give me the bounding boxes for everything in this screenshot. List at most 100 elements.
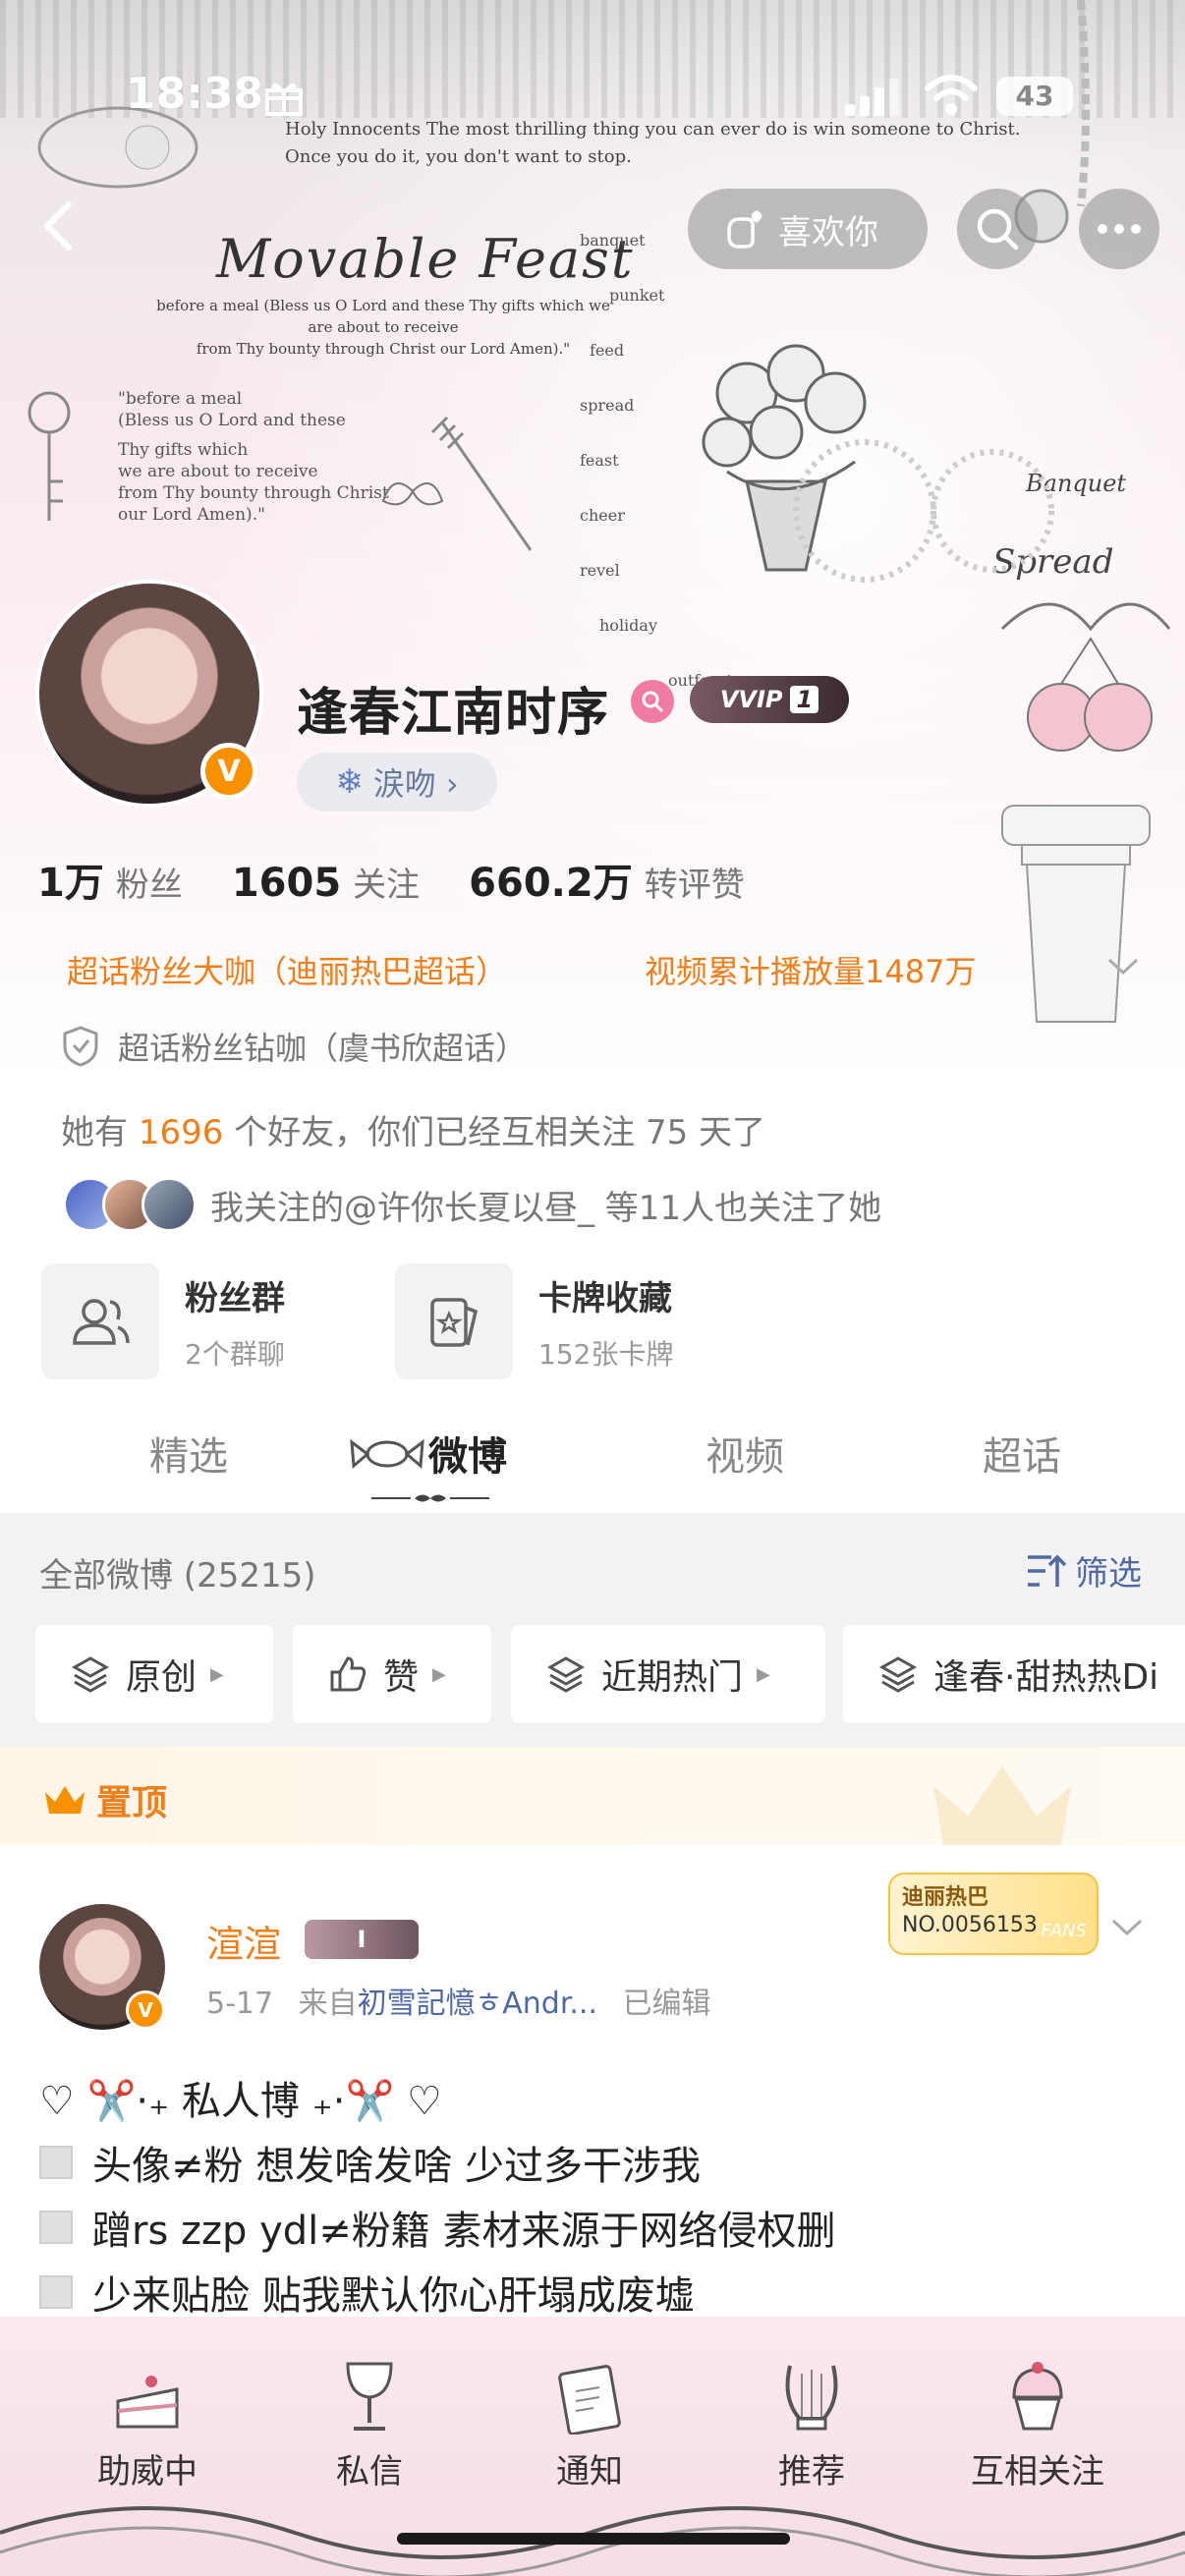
post-text-line: 少来贴脸 贴我默认你心肝塌成废墟 xyxy=(39,2264,695,2321)
filter-button[interactable]: 筛选 xyxy=(1024,1546,1142,1595)
tab-weibo[interactable]: 微博 xyxy=(428,1425,507,1482)
fan-group-card[interactable]: 粉丝群 2个群聊 xyxy=(41,1263,285,1379)
post-line-4: 少来贴脸 贴我默认你心肝塌成废墟 xyxy=(92,2273,695,2319)
post-line-3: 蹭rs zzp ydl≠粉籍 素材来源于网络侵权删 xyxy=(92,2209,836,2254)
pinned-header: 置顶 xyxy=(0,1747,1185,1845)
tab-video[interactable]: 视频 xyxy=(705,1425,784,1482)
cake-icon xyxy=(112,2356,183,2435)
card-subtitle: 2个群聊 xyxy=(185,1337,285,1371)
post-meta: 5-17 来自初雪記憶ㅎAndr... 已编辑 xyxy=(206,1979,711,2022)
friends-post: 个好友，你们已经互相关注 75 天了 xyxy=(223,1113,766,1152)
profile-name: 逢春江南时序 xyxy=(297,684,610,743)
magnifier-icon xyxy=(642,691,663,712)
caret-right-icon: ▶ xyxy=(757,1663,770,1685)
search-button[interactable] xyxy=(957,189,1038,269)
pinned-label: 置顶 xyxy=(96,1783,168,1823)
chip-label: 赞 xyxy=(383,1657,420,1698)
hand-heart-icon xyxy=(727,210,762,249)
mutual-follow-text: 我关注的@许你长夏以昼_ 等11人也关注了她 xyxy=(210,1188,882,1228)
signal-icon xyxy=(845,79,899,116)
tab-super-topic[interactable]: 超话 xyxy=(983,1425,1061,1482)
crown-watermark-icon xyxy=(933,1766,1071,1845)
profile-avatar[interactable]: V xyxy=(35,580,263,808)
cupcake-icon xyxy=(1002,2356,1073,2435)
stat-following[interactable]: 1605 关注 xyxy=(232,858,420,906)
ribbon-decoration xyxy=(0,2506,1185,2576)
chevron-down-icon[interactable] xyxy=(1106,957,1140,977)
tab-featured[interactable]: 精选 xyxy=(149,1425,228,1482)
chevron-down-icon[interactable] xyxy=(1110,1918,1144,1937)
content-tabs: 精选 微博 视频 超话 xyxy=(0,1415,1185,1513)
post-date: 5-17 xyxy=(206,1987,274,2021)
post-text-line: 蹭rs zzp ydl≠粉籍 素材来源于网络侵权删 xyxy=(39,2199,836,2256)
stat-followers[interactable]: 1万 粉丝 xyxy=(37,851,183,908)
fans-badge-tag: FANS xyxy=(1041,1921,1087,1941)
more-dots-icon xyxy=(1098,224,1141,234)
like-you-button[interactable]: 喜欢你 xyxy=(688,189,928,269)
search-icon xyxy=(977,208,1019,251)
friends-count: 1696 xyxy=(138,1113,224,1152)
chip-recent-hot[interactable]: 近期热门 ▶ xyxy=(511,1625,825,1723)
chip-likes[interactable]: 赞 ▶ xyxy=(293,1625,491,1723)
profile-tag-label: 涙吻 › xyxy=(372,765,459,803)
gift-icon xyxy=(265,83,303,116)
card-collection-card[interactable]: 卡牌收藏 152张卡牌 xyxy=(395,1263,673,1379)
mutual-follow-row[interactable]: 我关注的@许你长夏以昼_ 等11人也关注了她 xyxy=(63,1177,881,1232)
square-icon xyxy=(39,2275,73,2309)
nav-cheering[interactable]: 助威中 xyxy=(69,2356,226,2492)
wifi-icon xyxy=(925,75,978,115)
post-author-name[interactable]: 渲渲 xyxy=(206,1914,281,1968)
stat-interactions[interactable]: 660.2万 转评赞 xyxy=(469,851,745,908)
stat-label: 关注 xyxy=(353,866,421,905)
fans-badge[interactable]: 迪丽热巴 NO.0056153 FANS xyxy=(888,1873,1099,1955)
back-arrow-icon[interactable] xyxy=(29,196,88,255)
candy-icon xyxy=(350,1438,424,1470)
vvip-level: 1 xyxy=(790,686,819,713)
card-icon-box xyxy=(395,1263,513,1379)
layers-icon xyxy=(71,1656,110,1693)
vvip-label: VVIP xyxy=(719,686,783,713)
more-button[interactable] xyxy=(1079,189,1159,269)
post-from: 来自 xyxy=(298,1987,358,2021)
honor-super-topic-fan[interactable]: 超话粉丝大咖（迪丽热巴超话） xyxy=(67,947,507,992)
post-edited: 已编辑 xyxy=(622,1987,711,2021)
super-topic-search-badge[interactable] xyxy=(631,680,674,723)
post-line-2: 头像≠粉 想发啥发啥 少过多干涉我 xyxy=(92,2144,701,2189)
nav-notifications[interactable]: 通知 xyxy=(511,2356,668,2492)
pinned-post[interactable]: V 渲渲 I 5-17 来自初雪記憶ㅎAndr... 已编辑 迪丽热巴 NO.0… xyxy=(0,1845,1185,2319)
card-title: 卡牌收藏 xyxy=(538,1278,672,1318)
layers-icon xyxy=(878,1656,918,1693)
profile-tag-pill[interactable]: ❄ 涙吻 › xyxy=(297,753,497,812)
fans-badge-name: 迪丽热巴 xyxy=(902,1885,989,1910)
post-line-1: ♡ ✂️·₊ 私人博 ₊·✂️ ♡ xyxy=(39,2079,442,2124)
caret-right-icon: ▶ xyxy=(210,1663,224,1685)
tab-active-indicator xyxy=(371,1494,489,1502)
stat-label: 转评赞 xyxy=(644,866,745,905)
post-text-line: ♡ ✂️·₊ 私人博 ₊·✂️ ♡ xyxy=(39,2069,442,2126)
nav-recommend[interactable]: 推荐 xyxy=(733,2356,890,2492)
goblet-icon xyxy=(334,2356,405,2435)
verified-v-badge: V xyxy=(200,743,257,800)
chip-original[interactable]: 原创 ▶ xyxy=(35,1625,273,1723)
nav-mutual-follow[interactable]: 互相关注 xyxy=(949,2356,1126,2492)
nav-messages[interactable]: 私信 xyxy=(291,2356,448,2492)
square-icon xyxy=(39,2146,73,2179)
caret-right-icon: ▶ xyxy=(432,1663,446,1685)
like-you-label: 喜欢你 xyxy=(778,212,878,252)
friends-pre: 她有 xyxy=(61,1113,139,1152)
stat-label: 粉丝 xyxy=(115,866,183,905)
honor-diamond-label: 超话粉丝钻咖（虞书欣超话） xyxy=(118,1030,528,1067)
chip-label: 逢春·甜热热Di xyxy=(933,1657,1159,1698)
chip-custom-album[interactable]: 逢春·甜热热Di xyxy=(843,1625,1185,1723)
group-icon xyxy=(73,1299,130,1345)
post-source[interactable]: 初雪記憶ㅎAndr... xyxy=(358,1987,597,2021)
honor-diamond-fan[interactable]: 超话粉丝钻咖（虞书欣超话） xyxy=(61,1024,527,1069)
honor-video-plays[interactable]: 视频累计播放量1487万 xyxy=(645,947,976,992)
friends-summary: 她有 1696 个好友，你们已经互相关注 75 天了 xyxy=(61,1105,765,1153)
stat-number: 1605 xyxy=(231,861,342,906)
layers-icon xyxy=(546,1656,586,1693)
vvip-badge[interactable]: VVIP 1 xyxy=(690,676,849,723)
post-filter-area: 全部微博 (25215) 筛选 原创 ▶ 赞 ▶ 近期热门 ▶ 逢春·甜热热Di xyxy=(0,1513,1185,1747)
chip-label: 原创 xyxy=(126,1657,198,1698)
post-text-line: 头像≠粉 想发啥发啥 少过多干涉我 xyxy=(39,2134,701,2191)
